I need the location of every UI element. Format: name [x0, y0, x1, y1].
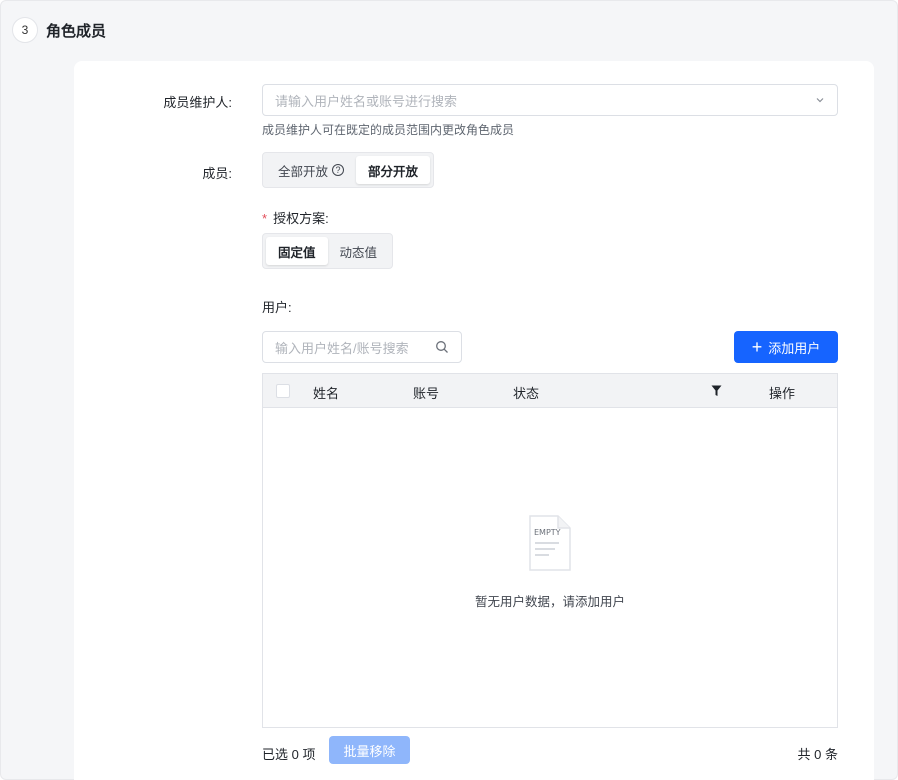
auth-label-wrap: * 授权方案:	[262, 208, 329, 227]
members-segmented: 全部开放 ? 部分开放	[262, 152, 435, 188]
users-table: 姓名 账号 状态 操作 EMPTY 暂无用户数据，请添加用户	[262, 373, 838, 728]
column-header-account: 账号	[413, 386, 440, 401]
empty-message: 暂无用户数据，请添加用户	[474, 595, 625, 609]
members-option-partial[interactable]: 部分开放	[356, 156, 431, 184]
column-header-actions: 操作	[769, 386, 796, 401]
user-search-input[interactable]: 输入用户姓名/账号搜索	[262, 331, 462, 363]
empty-icon-text: EMPTY	[534, 528, 561, 537]
section-header: 3 角色成员	[12, 17, 106, 43]
maintainer-select[interactable]: 请输入用户姓名或账号进行搜索	[262, 84, 838, 116]
empty-state: EMPTY 暂无用户数据，请添加用户	[263, 514, 837, 610]
plus-icon: +	[751, 337, 763, 357]
section-title: 角色成员	[46, 22, 107, 40]
total-count: 共 0 条	[797, 747, 838, 762]
question-icon[interactable]: ?	[332, 164, 345, 176]
chevron-down-icon	[816, 98, 824, 103]
search-icon[interactable]	[435, 340, 449, 354]
select-all-checkbox[interactable]	[276, 384, 290, 398]
filter-icon[interactable]	[711, 385, 722, 397]
empty-file-icon: EMPTY	[529, 515, 571, 571]
selected-count: 已选 0 项	[262, 747, 316, 762]
maintainer-placeholder: 请输入用户姓名或账号进行搜索	[275, 93, 458, 109]
members-label: 成员:	[202, 166, 232, 181]
user-search-placeholder: 输入用户姓名/账号搜索	[275, 340, 409, 356]
auth-segmented: 固定值 动态值	[262, 233, 394, 269]
add-user-button[interactable]: + 添加用户	[734, 331, 838, 363]
maintainer-hint: 成员维护人可在既定的成员范围内更改角色成员	[262, 123, 515, 137]
step-badge: 3	[12, 17, 38, 43]
add-user-label: 添加用户	[768, 340, 821, 356]
auth-option-fixed[interactable]: 固定值	[266, 237, 328, 265]
auth-label: 授权方案:	[273, 211, 329, 226]
table-header: 姓名 账号 状态 操作	[263, 374, 837, 408]
members-option-all-label: 全部开放	[278, 164, 329, 179]
column-header-name: 姓名	[313, 386, 340, 401]
auth-option-dynamic[interactable]: 动态值	[328, 237, 390, 265]
batch-remove-button[interactable]: 批量移除	[329, 736, 410, 764]
column-header-status: 状态	[513, 386, 540, 401]
maintainer-label: 成员维护人:	[163, 95, 232, 110]
members-option-all[interactable]: 全部开放 ?	[266, 156, 356, 184]
required-mark: *	[262, 211, 268, 226]
users-label: 用户:	[262, 300, 292, 315]
